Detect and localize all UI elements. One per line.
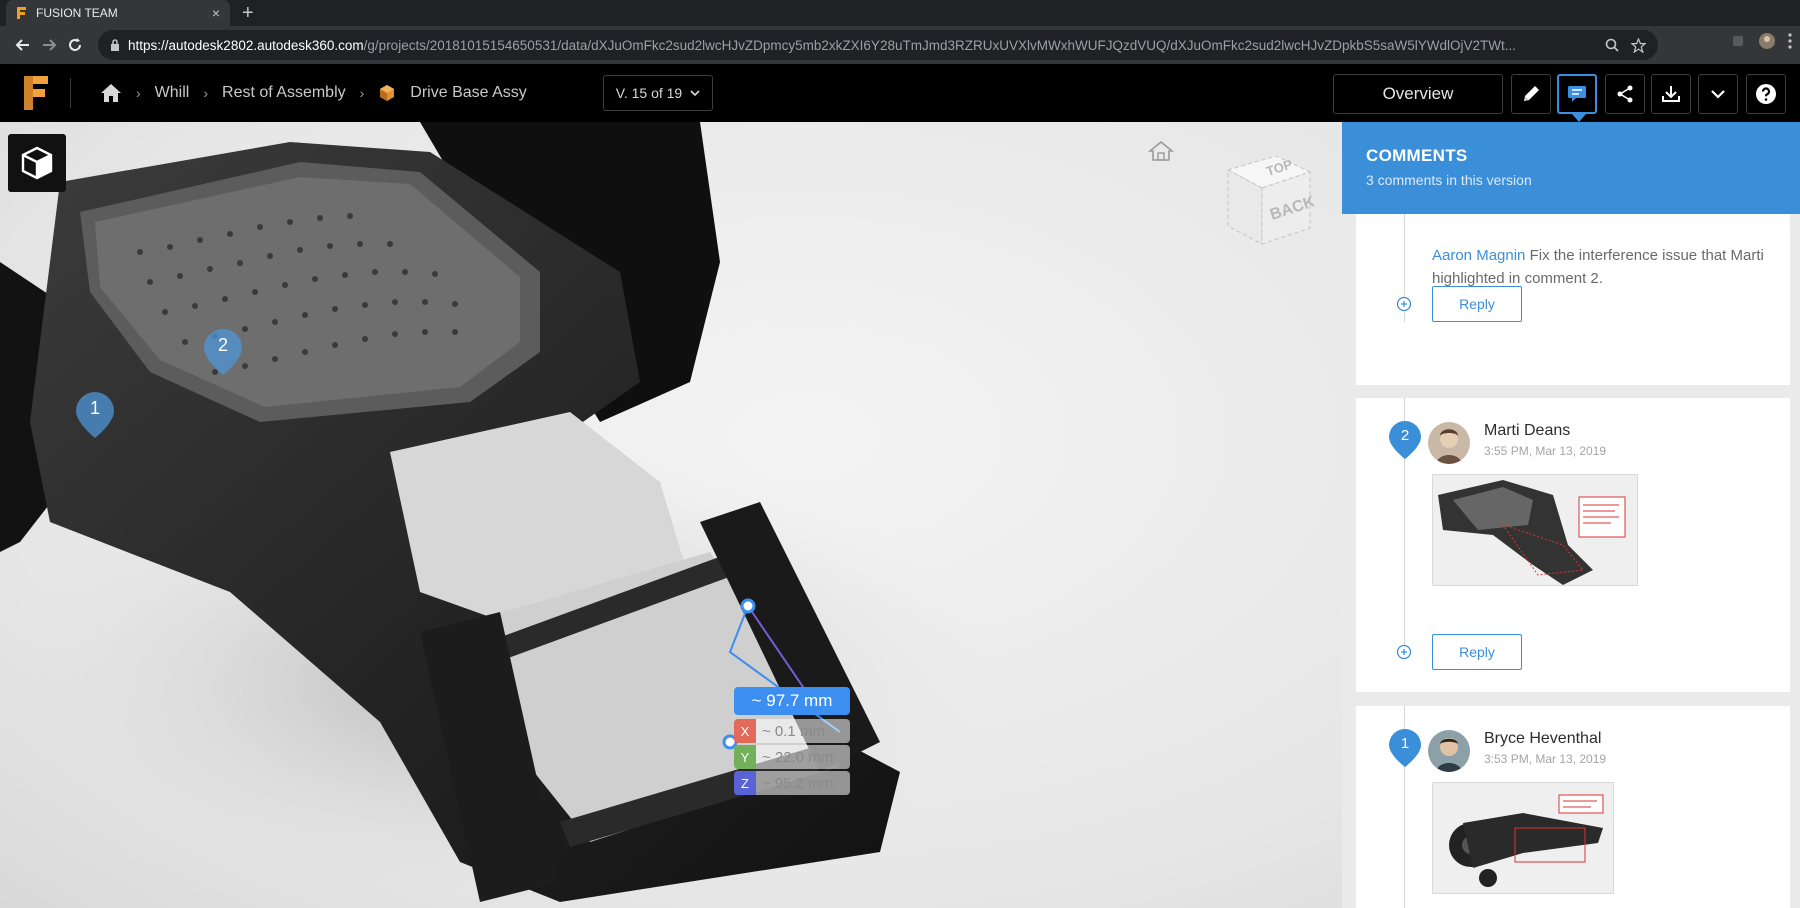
download-icon — [1662, 86, 1680, 102]
y-axis-badge: Y — [734, 745, 756, 769]
browser-toolbar: https://autodesk2802.autodesk360.com/g/p… — [0, 26, 1800, 64]
comment-thumbnail[interactable] — [1432, 474, 1638, 586]
avatar[interactable] — [1428, 422, 1470, 464]
edit-button[interactable] — [1511, 74, 1551, 114]
avatar-image — [1428, 422, 1470, 464]
lock-icon — [111, 39, 119, 51]
overview-button[interactable]: Overview — [1333, 74, 1503, 114]
reply-button[interactable]: Reply — [1432, 286, 1522, 322]
breadcrumb-separator: › — [136, 85, 141, 101]
measure-point-start[interactable] — [740, 598, 756, 614]
comment-time: 3:55 PM, Mar 13, 2019 — [1484, 444, 1607, 458]
comments-title: COMMENTS — [1366, 146, 1468, 165]
fusion-favicon-icon — [17, 7, 26, 19]
z-axis-badge: Z — [734, 771, 756, 795]
reload-icon — [69, 38, 81, 51]
assembly-icon — [380, 85, 395, 101]
browser-tab-fusion-team[interactable]: FUSION TEAM × — [6, 0, 230, 26]
measurement-total-label: ~ 97.7 mm — [734, 687, 850, 715]
thumbnail-image — [1433, 783, 1613, 893]
avatar[interactable] — [1428, 730, 1470, 772]
new-tab-button[interactable]: + — [242, 2, 254, 24]
comments-count: 3 comments in this version — [1366, 172, 1532, 188]
fusion-logo-icon — [24, 76, 48, 110]
app-header: › Whill › Rest of Assembly › Drive Base … — [0, 64, 1800, 122]
version-dropdown[interactable]: V. 15 of 19 — [603, 75, 713, 111]
comment-time: 3:53 PM, Mar 13, 2019 — [1484, 752, 1607, 766]
tab-close-icon[interactable]: × — [212, 5, 220, 21]
reload-button[interactable] — [62, 32, 88, 58]
chevron-down-icon — [1711, 90, 1725, 99]
breadcrumb-separator: › — [203, 85, 209, 101]
forward-button[interactable] — [36, 32, 62, 58]
pencil-icon — [1524, 86, 1539, 101]
arrow-left-icon — [15, 39, 29, 51]
measurement-lines — [722, 598, 841, 750]
comments-header: COMMENTS 3 comments in this version — [1342, 122, 1800, 214]
help-icon — [1756, 84, 1776, 104]
breadcrumb-whill[interactable]: Whill — [155, 84, 190, 102]
comment-pin-1[interactable]: 1 — [1388, 728, 1422, 768]
pin-number: 1 — [1400, 735, 1410, 752]
3d-viewport[interactable]: TOP BACK 2 1 ~ 97.7 mm X ~ 0.1 mm Y ~ 22… — [0, 122, 1342, 908]
breadcrumb-drive-base-assy[interactable]: Drive Base Assy — [410, 84, 526, 102]
avatar-image — [1428, 730, 1470, 772]
header-divider — [70, 78, 71, 108]
comment-author: Marti Deans — [1484, 422, 1571, 439]
url-path: /g/projects/20181015154650531/data/dXJuO… — [363, 37, 1517, 53]
comment-author: Bryce Heventhal — [1484, 730, 1602, 747]
menu-dots-icon[interactable] — [1788, 33, 1792, 49]
breadcrumb-rest-of-assembly[interactable]: Rest of Assembly — [222, 84, 346, 102]
measurement-y-row: Y ~ 22.0 mm — [734, 745, 850, 769]
bookmark-star-icon[interactable] — [1631, 37, 1646, 53]
measurement-x-value: ~ 0.1 mm — [762, 722, 825, 740]
back-button[interactable] — [10, 32, 36, 58]
add-reply-icon[interactable] — [1396, 296, 1412, 312]
fusion-logo[interactable] — [22, 74, 50, 112]
url-host: https://autodesk2802.autodesk360.com — [128, 37, 364, 53]
measurement-z-row: Z ~ 95.2 mm — [734, 771, 850, 795]
comment-card-1: 1 Bryce Heventhal 3:53 PM, Mar 13, 2019 — [1356, 706, 1790, 908]
download-button[interactable] — [1651, 74, 1691, 114]
pin-number: 2 — [1400, 427, 1410, 444]
reply-button[interactable]: Reply — [1432, 634, 1522, 670]
comment-text: Aaron Magnin Fix the interference issue … — [1432, 244, 1772, 290]
url-text: https://autodesk2802.autodesk360.com/g/p… — [128, 38, 1597, 53]
browser-tab-title: FUSION TEAM — [36, 6, 118, 20]
chevron-down-icon — [690, 89, 700, 96]
comments-button[interactable] — [1557, 74, 1597, 122]
breadcrumb-separator: › — [359, 85, 365, 101]
version-label: V. 15 of 19 — [615, 85, 683, 101]
help-button[interactable] — [1746, 74, 1786, 114]
profile-icon[interactable] — [1758, 32, 1776, 50]
comment-icon — [1568, 86, 1586, 102]
more-options-button[interactable] — [1698, 74, 1738, 114]
comment-pin-2[interactable]: 2 — [1388, 420, 1422, 460]
thumbnail-image — [1433, 475, 1637, 585]
address-bar[interactable]: https://autodesk2802.autodesk360.com/g/p… — [98, 30, 1658, 60]
browser-tab-strip: FUSION TEAM × + — [0, 0, 1800, 26]
comment-card-2: 2 Marti Deans 3:55 PM, Mar 13, 2019 Repl… — [1356, 398, 1790, 692]
measurement-z-value: ~ 95.2 mm — [762, 774, 834, 792]
breadcrumb: › Whill › Rest of Assembly › Drive Base … — [100, 64, 527, 122]
share-icon — [1617, 85, 1633, 103]
zoom-icon[interactable] — [1605, 38, 1619, 52]
comments-panel: COMMENTS 3 comments in this version Aaro… — [1342, 122, 1800, 908]
extension-icon[interactable] — [1730, 33, 1746, 49]
comment-mention[interactable]: Aaron Magnin — [1432, 247, 1525, 264]
arrow-right-icon — [43, 39, 57, 51]
share-button[interactable] — [1605, 74, 1645, 114]
comment-thumbnail[interactable] — [1432, 782, 1614, 894]
add-reply-icon[interactable] — [1396, 644, 1412, 660]
measurement-y-value: ~ 22.0 mm — [762, 748, 834, 766]
measurement-x-row: X ~ 0.1 mm — [734, 719, 850, 743]
x-axis-badge: X — [734, 719, 756, 743]
home-icon[interactable] — [100, 83, 122, 103]
